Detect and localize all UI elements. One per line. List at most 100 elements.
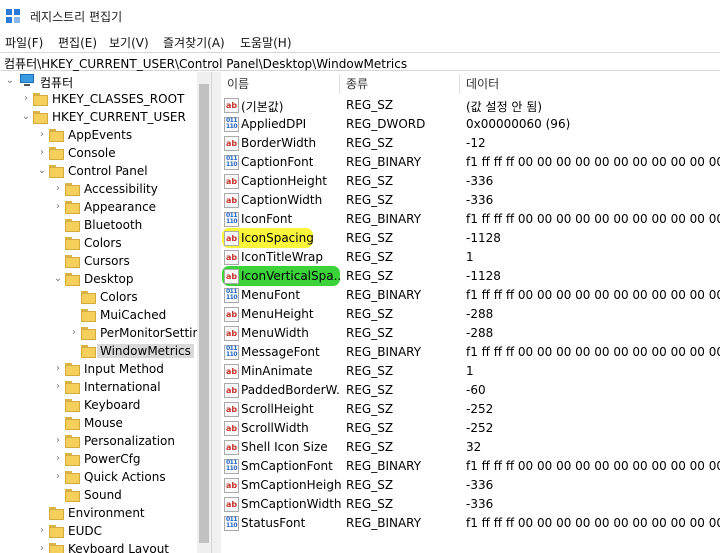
menu-edit[interactable]: 편집(E) [58, 34, 97, 51]
tree-item-label: Environment [68, 506, 145, 520]
chevron-right-icon[interactable]: › [36, 144, 48, 162]
value-row[interactable]: ab MinAnimate REG_SZ 1 [221, 362, 720, 381]
tree-item[interactable]: ⌄ HKEY_CURRENT_USER [0, 108, 197, 126]
value-type: REG_SZ [346, 497, 394, 511]
column-header-data[interactable]: 데이터 [466, 72, 499, 96]
tree-item[interactable]: › International [0, 378, 197, 396]
binary-value-icon: 011 110 [224, 345, 239, 360]
tree-root-computer[interactable]: ⌄ 컴퓨터 [0, 72, 197, 90]
value-row[interactable]: ab (기본값) REG_SZ (값 설정 안 됨) [221, 96, 720, 115]
value-row[interactable]: ab MenuHeight REG_SZ -288 [221, 305, 720, 324]
value-row[interactable]: ab SmCaptionHeight REG_SZ -336 [221, 476, 720, 495]
value-row[interactable]: 011 110 IconFont REG_BINARY f1 ff ff ff 00 0… [221, 210, 720, 229]
chevron-down-icon[interactable]: ⌄ [4, 72, 16, 90]
tree-item[interactable]: ⌄ Control Panel [0, 162, 197, 180]
value-row[interactable]: ab IconSpacing REG_SZ -1128 [221, 228, 720, 248]
tree-item[interactable]: › Keyboard Layout [0, 540, 197, 553]
tree-item[interactable]: Bluetooth [0, 216, 197, 234]
tree-item-label: 컴퓨터 [40, 76, 74, 90]
tree-scrollbar-thumb[interactable] [199, 84, 209, 543]
menu-help[interactable]: 도움말(H) [240, 34, 292, 51]
chevron-right-icon[interactable]: › [36, 126, 48, 144]
tree-item[interactable]: › PowerCfg [0, 450, 197, 468]
tree-item[interactable]: Keyboard [0, 396, 197, 414]
value-row[interactable]: 011 110 StatusFont REG_BINARY f1 ff ff ff 00… [221, 514, 720, 533]
chevron-down-icon[interactable]: ⌄ [36, 162, 48, 180]
folder-icon [81, 345, 96, 358]
tree-item[interactable]: Cursors [0, 252, 197, 270]
value-row[interactable]: ab IconVerticalSpa... REG_SZ -1128 [221, 266, 720, 286]
column-divider[interactable] [459, 74, 460, 94]
tree-item[interactable]: Environment [0, 504, 197, 522]
chevron-right-icon[interactable]: › [52, 360, 64, 378]
chevron-right-icon[interactable]: › [52, 450, 64, 468]
value-name: AppliedDPI [241, 117, 307, 131]
value-row[interactable]: ab PaddedBorderW... REG_SZ -60 [221, 381, 720, 400]
chevron-right-icon[interactable]: › [52, 198, 64, 216]
tree-item[interactable]: Colors [0, 288, 197, 306]
tree-item[interactable]: › Personalization [0, 432, 197, 450]
value-row[interactable]: ab ScrollHeight REG_SZ -252 [221, 400, 720, 419]
tree-item[interactable]: › EUDC [0, 522, 197, 540]
menu-favorites[interactable]: 즐겨찾기(A) [163, 34, 225, 51]
string-value-icon: ab [224, 383, 239, 398]
binary-value-icon: 011 110 [224, 117, 239, 132]
tree-item[interactable]: ⌄ Desktop [0, 270, 197, 288]
chevron-down-icon[interactable]: ⌄ [20, 108, 32, 126]
value-row[interactable]: 011 110 SmCaptionFont REG_BINARY f1 ff ff ff… [221, 457, 720, 476]
value-row[interactable]: ab CaptionHeight REG_SZ -336 [221, 172, 720, 191]
chevron-right-icon[interactable]: › [68, 324, 80, 342]
tree-item[interactable]: › Appearance [0, 198, 197, 216]
chevron-right-icon[interactable]: › [52, 378, 64, 396]
address-path[interactable]: 컴퓨터\HKEY_CURRENT_USER\Control Panel\Desk… [4, 55, 407, 72]
value-row[interactable]: 011 110 CaptionFont REG_BINARY f1 ff ff ff 0… [221, 153, 720, 172]
tree-item[interactable]: Sound [0, 486, 197, 504]
tree-item[interactable]: › HKEY_CLASSES_ROOT [0, 90, 197, 108]
tree-item-label: HKEY_CURRENT_USER [52, 110, 186, 124]
pane-splitter[interactable] [211, 72, 221, 553]
value-row[interactable]: ab IconTitleWrap REG_SZ 1 [221, 248, 720, 267]
value-row[interactable]: ab CaptionWidth REG_SZ -336 [221, 191, 720, 210]
string-value-icon: ab [224, 402, 239, 417]
tree-item[interactable]: › Console [0, 144, 197, 162]
value-row[interactable]: 011 110 AppliedDPI REG_DWORD 0x00000060 (96) [221, 115, 720, 134]
tree-item[interactable]: › Quick Actions [0, 468, 197, 486]
menu-view[interactable]: 보기(V) [109, 34, 149, 51]
tree-item-label: WindowMetrics [97, 344, 194, 358]
tree-item[interactable]: › AppEvents [0, 126, 197, 144]
tree-item[interactable]: Colors [0, 234, 197, 252]
chevron-right-icon[interactable]: › [52, 180, 64, 198]
column-header-name[interactable]: 이름 [227, 72, 249, 96]
chevron-down-icon[interactable]: ⌄ [52, 270, 64, 288]
chevron-right-icon[interactable]: › [52, 468, 64, 486]
menu-file[interactable]: 파일(F) [5, 34, 43, 51]
value-row[interactable]: ab Shell Icon Size REG_SZ 32 [221, 438, 720, 457]
tree-item-label: Colors [84, 236, 122, 250]
tree-item-label: PerMonitorSettin [100, 326, 197, 340]
value-row[interactable]: 011 110 MessageFont REG_BINARY f1 ff ff ff 0… [221, 343, 720, 362]
chevron-right-icon[interactable]: › [36, 522, 48, 540]
value-row[interactable]: ab ScrollWidth REG_SZ -252 [221, 419, 720, 438]
value-row[interactable]: ab BorderWidth REG_SZ -12 [221, 134, 720, 153]
chevron-right-icon[interactable]: › [36, 540, 48, 553]
value-row[interactable]: ab MenuWidth REG_SZ -288 [221, 324, 720, 343]
values-list: 이름 종류 데이터 ab (기본값) REG_SZ (값 설정 안 됨) 011 110 A… [221, 72, 720, 553]
tree-item[interactable]: › Input Method [0, 360, 197, 378]
folder-icon [65, 381, 80, 394]
tree-item[interactable]: › Accessibility [0, 180, 197, 198]
value-data: -1128 [466, 231, 501, 245]
column-divider[interactable] [339, 74, 340, 94]
value-type: REG_SZ [346, 326, 394, 340]
value-row[interactable]: 011 110 MenuFont REG_BINARY f1 ff ff ff 00 0… [221, 286, 720, 305]
tree-item[interactable]: › PerMonitorSettin [0, 324, 197, 342]
tree-item[interactable]: Mouse [0, 414, 197, 432]
address-bar[interactable]: 컴퓨터\HKEY_CURRENT_USER\Control Panel\Desk… [0, 52, 720, 71]
value-data: -252 [466, 421, 494, 435]
chevron-right-icon[interactable]: › [20, 90, 32, 108]
chevron-right-icon[interactable]: › [52, 432, 64, 450]
tree-scrollbar[interactable] [197, 72, 211, 553]
tree-item[interactable]: WindowMetrics [0, 342, 197, 360]
value-row[interactable]: ab SmCaptionWidth REG_SZ -336 [221, 495, 720, 514]
tree-item[interactable]: MuiCached [0, 306, 197, 324]
column-header-type[interactable]: 종류 [346, 72, 368, 96]
